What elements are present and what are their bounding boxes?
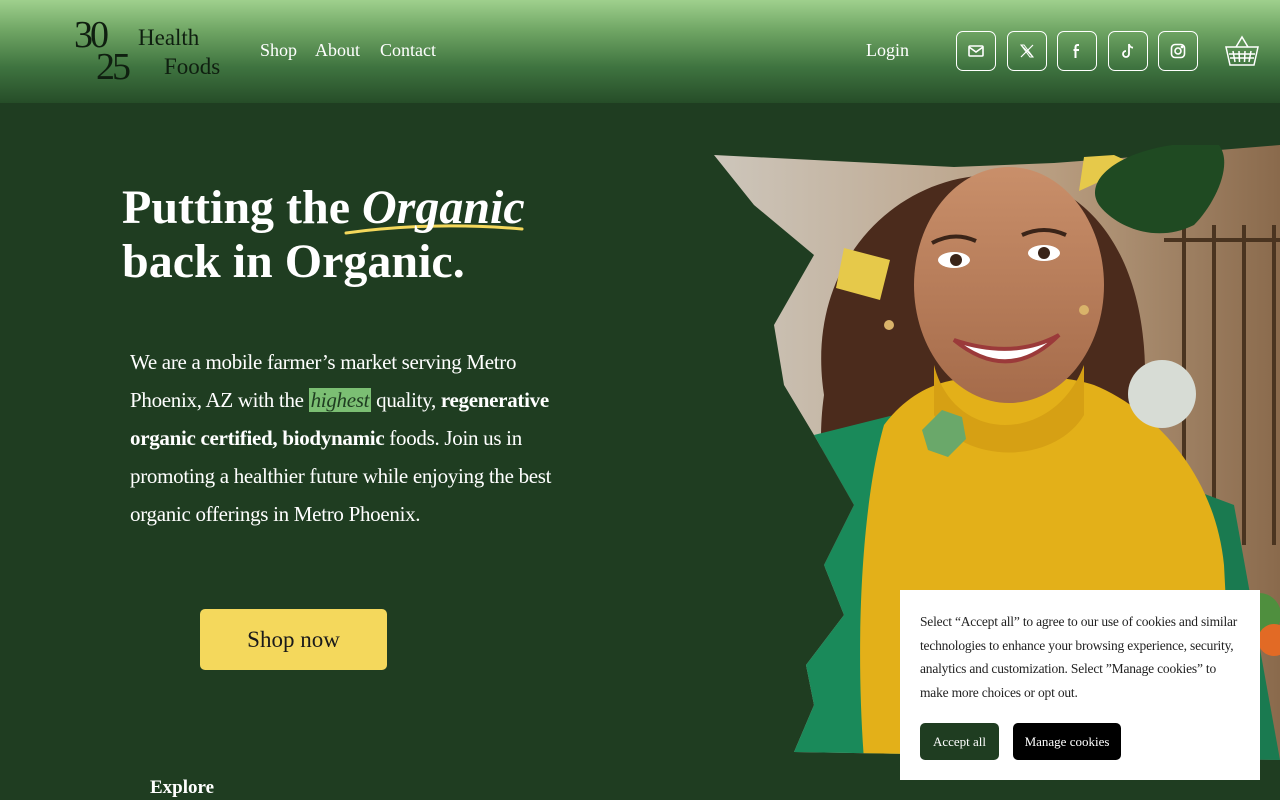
headline-organic-em: Organic (362, 181, 525, 234)
description-part2: quality, (371, 388, 441, 412)
hero-description: We are a mobile farmer’s market serving … (130, 343, 560, 533)
instagram-icon[interactable] (1158, 31, 1198, 71)
accept-all-button[interactable]: Accept all (920, 723, 999, 760)
headline-line2-prefix: back in (122, 235, 285, 288)
description-highlight: highest (308, 388, 372, 412)
hero-headline: Putting the Organic back in Organic. (122, 181, 525, 289)
logo[interactable]: 30 25 Health Foods (72, 16, 232, 86)
x-icon[interactable] (1007, 31, 1047, 71)
site-header: 30 25 Health Foods Shop About Contact Lo… (0, 0, 1280, 103)
login-link[interactable]: Login (866, 40, 909, 61)
tiktok-icon[interactable] (1108, 31, 1148, 71)
facebook-icon[interactable] (1057, 31, 1097, 71)
cookie-text: Select “Accept all” to agree to our use … (920, 614, 1238, 700)
manage-cookies-button[interactable]: Manage cookies (1013, 723, 1121, 760)
headline-organic-bold: Organic (284, 235, 453, 288)
nav-contact[interactable]: Contact (380, 40, 436, 61)
nav-about[interactable]: About (315, 40, 360, 61)
headline-line2-suffix: . (452, 235, 465, 288)
nav-shop[interactable]: Shop (260, 40, 297, 61)
shop-now-button[interactable]: Shop now (200, 609, 387, 670)
main-nav: Shop About Contact (260, 40, 456, 61)
logo-word-top: Health (138, 25, 200, 50)
logo-number-bottom: 25 (96, 46, 131, 88)
cookie-actions: Accept all Manage cookies (920, 723, 1121, 760)
cookie-banner: Select “Accept all” to agree to our use … (900, 590, 1260, 780)
logo-word-bottom: Foods (164, 54, 221, 79)
basket-icon[interactable] (1224, 34, 1260, 68)
headline-line1-prefix: Putting the (122, 181, 362, 234)
explore-heading: Explore (150, 777, 215, 798)
mail-icon[interactable] (956, 31, 996, 71)
